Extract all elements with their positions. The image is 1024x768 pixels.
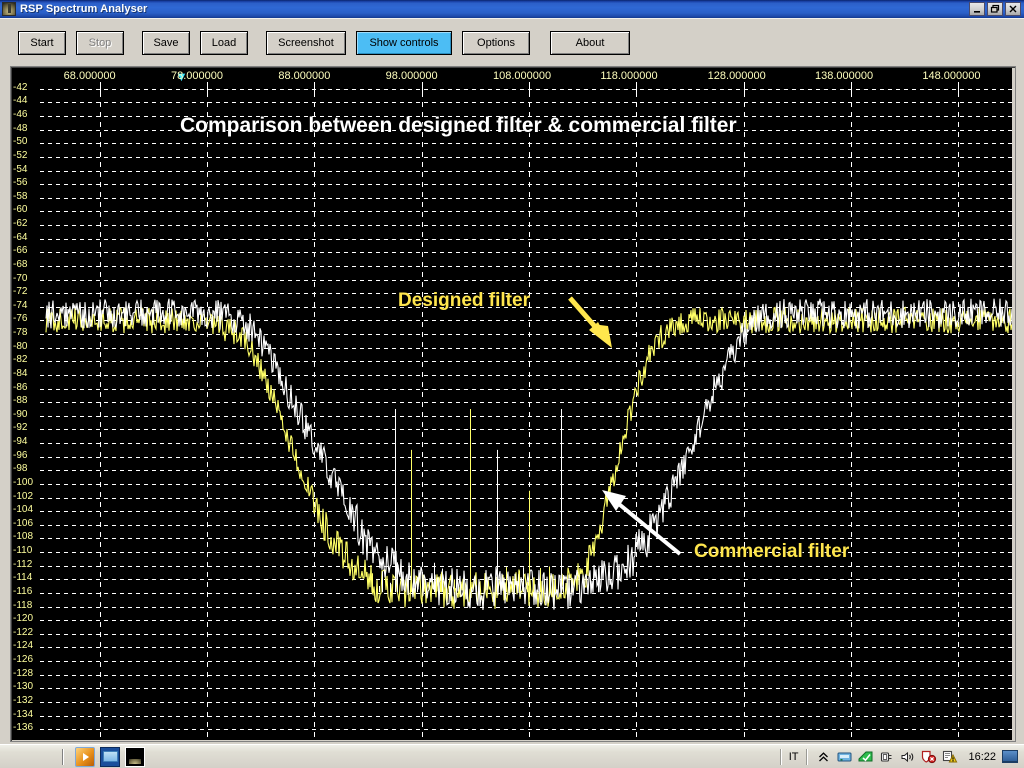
about-button[interactable]: About — [550, 31, 630, 55]
safely-remove-icon[interactable] — [857, 749, 874, 765]
show-hidden-icons[interactable] — [815, 749, 832, 765]
spectrum-canvas — [12, 68, 1012, 740]
clock[interactable]: 16:22 — [968, 751, 996, 763]
show-controls-button[interactable]: Show controls — [356, 31, 452, 55]
options-button[interactable]: Options — [462, 31, 530, 55]
plot-background — [12, 68, 1012, 740]
quicklaunch-bar — [75, 746, 145, 767]
spectrum-plot[interactable]: Comparison between designed filter & com… — [12, 68, 1012, 740]
show-desktop-icon[interactable] — [1002, 750, 1018, 763]
language-indicator[interactable]: IT — [789, 751, 799, 763]
screenshot-button[interactable]: Screenshot — [266, 31, 346, 55]
power-icon[interactable] — [878, 749, 895, 765]
window-controls — [969, 2, 1021, 16]
folder-icon[interactable] — [100, 746, 120, 767]
update-warning-icon[interactable] — [941, 749, 958, 765]
tray-separator-1 — [779, 748, 781, 765]
security-alert-icon[interactable] — [920, 749, 937, 765]
media-player-icon[interactable] — [75, 746, 95, 767]
minimize-button[interactable] — [969, 2, 985, 16]
taskbar: IT 16:22 — [0, 744, 1024, 768]
app-window: RSP Spectrum Analyser Start Stop Save Lo… — [0, 0, 1024, 768]
save-button[interactable]: Save — [142, 31, 190, 55]
annotation-commercial-filter: Commercial filter — [694, 541, 850, 562]
frequency-marker[interactable]: ▼ — [175, 70, 188, 83]
system-tray: IT 16:22 — [774, 746, 1020, 768]
load-button[interactable]: Load — [200, 31, 248, 55]
volume-icon[interactable] — [899, 749, 916, 765]
annotation-designed-filter: Designed filter — [398, 290, 530, 311]
toolbar-buttons: Start Stop Save Load Screenshot Show con… — [18, 31, 630, 55]
window-titlebar: RSP Spectrum Analyser — [0, 0, 1024, 18]
network-icon[interactable] — [836, 749, 853, 765]
plot-title: Comparison between designed filter & com… — [180, 114, 737, 137]
restore-button[interactable] — [987, 2, 1003, 16]
quicklaunch-separator — [62, 748, 63, 765]
toolbar: Start Stop Save Load Screenshot Show con… — [0, 18, 1024, 62]
window-title: RSP Spectrum Analyser — [20, 3, 148, 15]
app-icon — [2, 2, 16, 16]
stop-button[interactable]: Stop — [76, 31, 124, 55]
tray-separator-2 — [806, 748, 808, 765]
spectrum-app-icon[interactable] — [125, 746, 145, 767]
start-button[interactable]: Start — [18, 31, 66, 55]
close-button[interactable] — [1005, 2, 1021, 16]
